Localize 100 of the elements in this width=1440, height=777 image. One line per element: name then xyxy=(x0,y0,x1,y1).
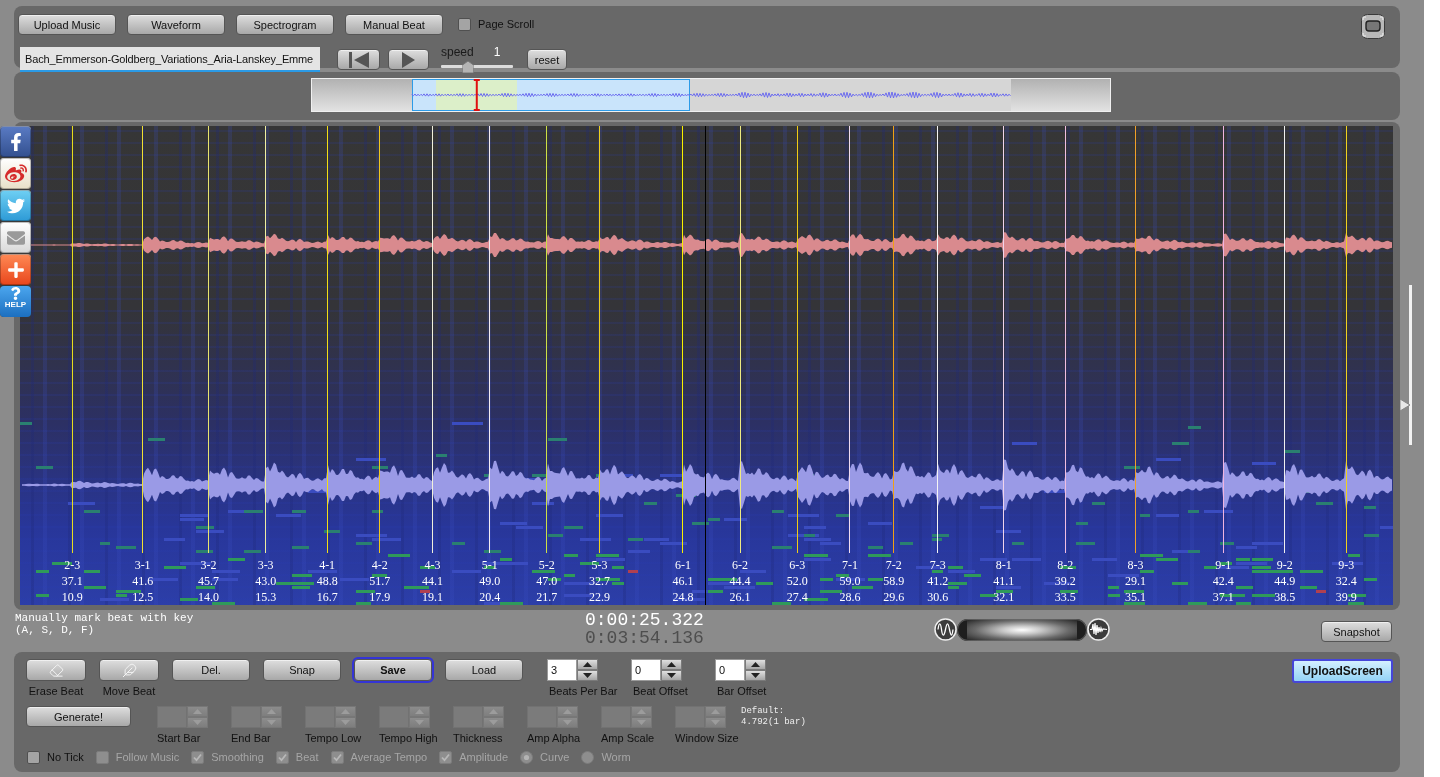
beat-line[interactable] xyxy=(682,126,684,553)
upload-screen-button[interactable]: UploadScreen xyxy=(1292,659,1393,683)
beat-line[interactable] xyxy=(1284,126,1286,553)
feather-icon xyxy=(121,662,137,678)
beat-line[interactable] xyxy=(265,126,267,553)
plus-icon[interactable] xyxy=(0,254,31,285)
envelope-icon[interactable] xyxy=(0,222,31,253)
increment-button[interactable] xyxy=(577,659,598,670)
f-logo-icon[interactable] xyxy=(0,126,31,157)
up-triangle-icon xyxy=(583,662,592,667)
beat-label: 6-2 xyxy=(732,557,749,573)
option-label: Amplitude xyxy=(459,751,509,765)
play-button[interactable] xyxy=(388,49,429,70)
beat-label: 7-1 xyxy=(841,557,858,573)
slider-thumb[interactable] xyxy=(967,618,1077,641)
up-triangle-icon xyxy=(415,709,424,715)
decrement-button[interactable] xyxy=(661,670,682,681)
tool-button[interactable] xyxy=(26,659,86,681)
checkbox[interactable] xyxy=(458,18,471,31)
beat-line[interactable] xyxy=(796,126,798,553)
action-button[interactable]: Load xyxy=(445,659,523,681)
action-button[interactable]: Del. xyxy=(172,659,250,681)
checkbox[interactable] xyxy=(27,751,40,765)
tempo-value: 32.4 xyxy=(1335,573,1357,589)
beat-line[interactable] xyxy=(546,126,548,553)
option-label: No Tick xyxy=(47,751,84,765)
toolbar-button[interactable]: Upload Music xyxy=(18,14,116,35)
beat-label: 3-3 xyxy=(257,557,274,573)
beat-label: 8-2 xyxy=(1057,557,1074,573)
beat-label: 5-3 xyxy=(591,557,608,573)
beat-label: 5-2 xyxy=(538,557,555,573)
beat-line[interactable] xyxy=(326,126,328,553)
sine-wave-icon[interactable] xyxy=(934,618,957,641)
beat-line[interactable] xyxy=(849,126,851,553)
waveform-icon[interactable] xyxy=(1087,618,1110,641)
bird-logo-icon[interactable] xyxy=(0,190,31,221)
slider-thumb[interactable] xyxy=(462,61,474,74)
beat-line[interactable] xyxy=(1222,126,1224,553)
action-button[interactable]: Snap xyxy=(263,659,341,681)
speed-value: 1 xyxy=(493,44,501,60)
beat-line[interactable] xyxy=(1064,126,1066,553)
tempo-value: 51.7 xyxy=(369,573,391,589)
tempo-value: 37.1 xyxy=(61,573,83,589)
up-triangle-icon xyxy=(711,709,720,715)
eye-logo-icon[interactable] xyxy=(0,158,31,189)
tool-button[interactable] xyxy=(99,659,159,681)
beat-line[interactable] xyxy=(142,126,144,553)
action-button[interactable]: Save xyxy=(354,659,432,681)
number-field[interactable]: 3 xyxy=(547,659,577,681)
decrement-button[interactable] xyxy=(577,670,598,681)
beat-line[interactable] xyxy=(893,126,895,553)
file-name-field[interactable]: Bach_Emmerson-Goldberg_Variations_Aria-Lanskey_Emme xyxy=(20,47,320,72)
beat-line[interactable] xyxy=(71,126,73,553)
beat-line[interactable] xyxy=(937,126,939,553)
beat-line[interactable] xyxy=(1003,126,1005,553)
option-label: Smoothing xyxy=(211,751,264,765)
number-field[interactable]: 0 xyxy=(631,659,661,681)
beat-line[interactable] xyxy=(379,126,381,553)
tempo-value: 41.2 xyxy=(927,573,949,589)
beat-label: 6-3 xyxy=(789,557,806,573)
tempo-value: 45.7 xyxy=(198,573,219,589)
view-window[interactable] xyxy=(412,79,690,111)
toolbar-button[interactable]: Waveform xyxy=(127,14,225,35)
beat-line[interactable] xyxy=(432,126,434,553)
skip-back-button[interactable] xyxy=(337,49,380,70)
beat-time: 15.3 xyxy=(255,589,277,605)
decrement-button[interactable] xyxy=(745,670,766,681)
increment-button[interactable] xyxy=(745,659,766,670)
tempo-value: 59.0 xyxy=(839,573,861,589)
visible-range[interactable] xyxy=(436,80,517,110)
playhead-marker[interactable] xyxy=(473,79,480,111)
beat-line[interactable] xyxy=(1345,126,1347,553)
beat-time: 22.9 xyxy=(589,589,610,605)
beat-label: 8-3 xyxy=(1127,557,1144,573)
beat-time: 10.9 xyxy=(61,589,83,605)
blend-slider[interactable] xyxy=(957,618,1087,641)
snapshot-button[interactable]: Snapshot xyxy=(1321,621,1392,642)
beat-time: 14.0 xyxy=(198,589,219,605)
field-label: Start Bar xyxy=(157,732,201,746)
option-label: Average Tempo xyxy=(350,751,428,765)
screen-icon[interactable] xyxy=(1361,14,1385,39)
beat-time: 26.1 xyxy=(729,589,751,605)
increment-button[interactable] xyxy=(661,659,682,670)
toolbar-button[interactable]: Spectrogram xyxy=(236,14,334,35)
number-field[interactable]: 0 xyxy=(715,659,745,681)
beat-line[interactable] xyxy=(1134,126,1136,553)
reset-button[interactable]: reset xyxy=(527,49,567,70)
help-button[interactable]: HELP xyxy=(0,286,31,317)
tempo-value: 43.0 xyxy=(255,573,277,589)
up-triangle-icon xyxy=(667,662,676,667)
beat-line[interactable] xyxy=(489,126,491,553)
pointer-icon[interactable] xyxy=(1400,399,1410,411)
beat-time: 12.5 xyxy=(132,589,154,605)
beat-line[interactable] xyxy=(739,126,741,553)
up-triangle-icon xyxy=(267,709,276,715)
toolbar-button[interactable]: Manual Beat xyxy=(345,14,443,35)
scroll-track[interactable] xyxy=(1409,285,1412,445)
beat-time: 16.7 xyxy=(316,589,338,605)
generate-button[interactable]: Generate! xyxy=(26,706,131,728)
overview-strip[interactable] xyxy=(311,78,1111,112)
